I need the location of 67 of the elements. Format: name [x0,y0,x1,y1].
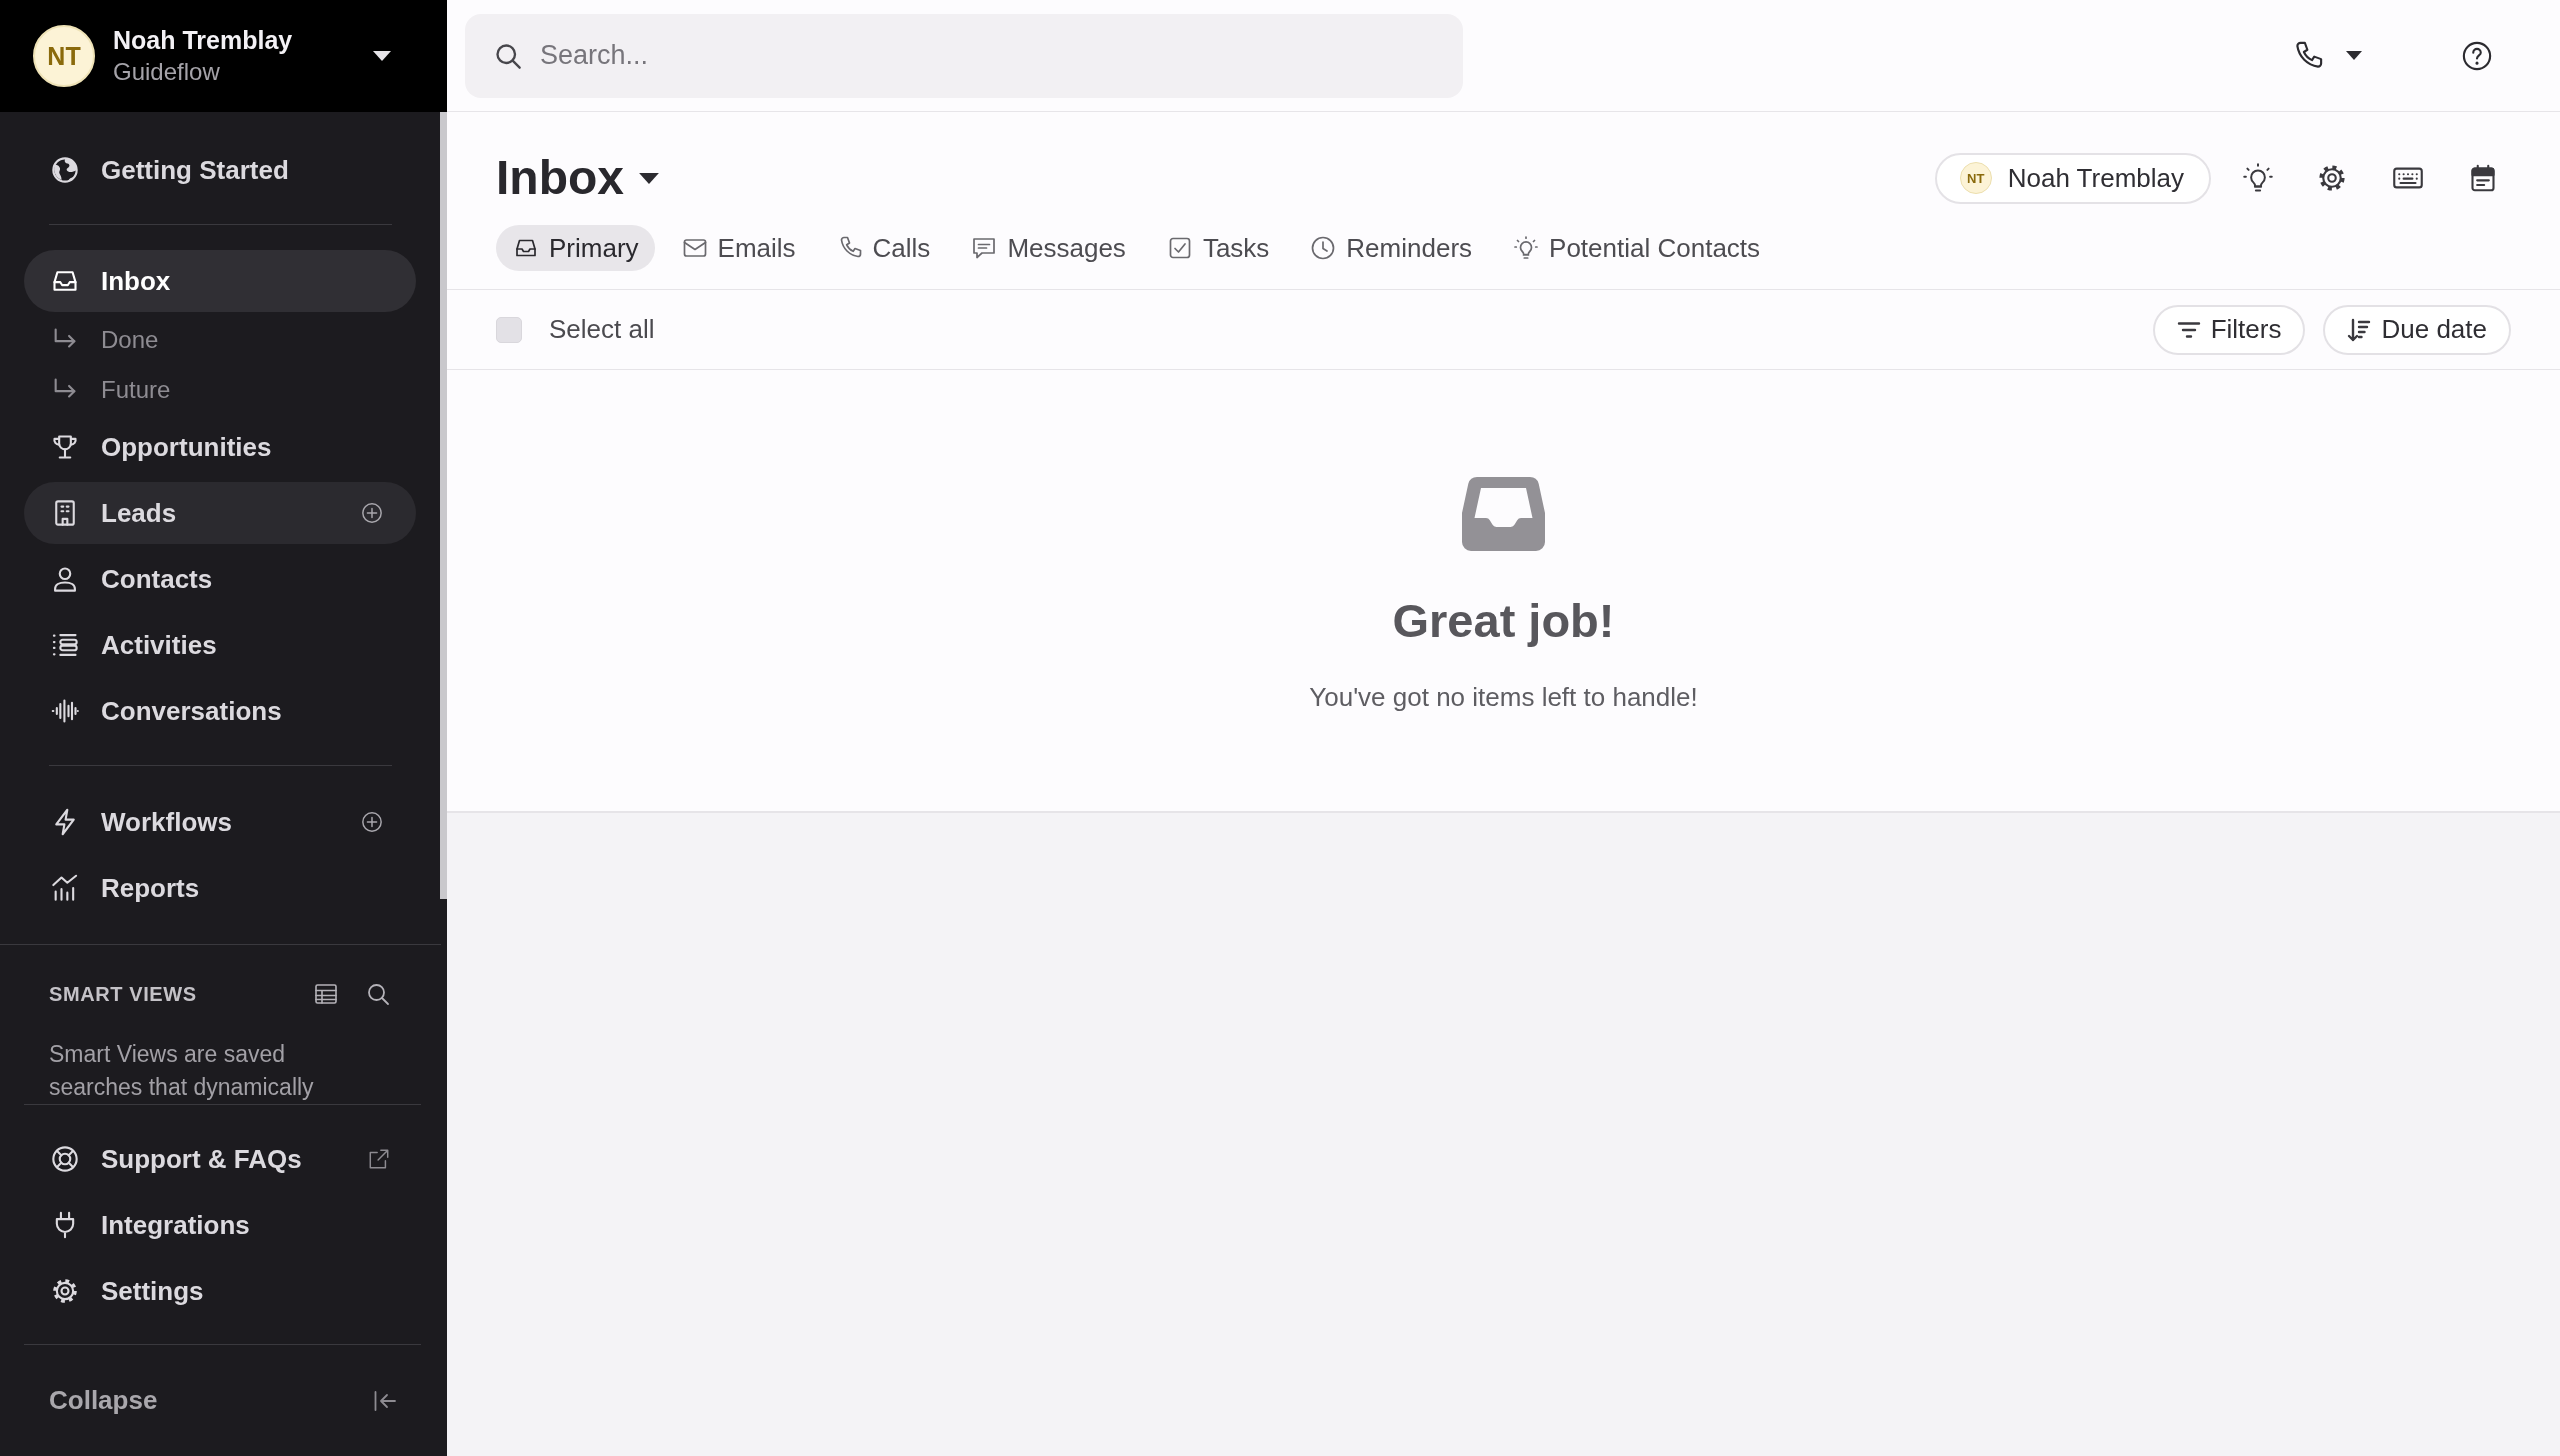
waveform-icon [51,697,79,725]
collapse-button[interactable]: Collapse [49,1385,397,1416]
trophy-icon [51,433,79,461]
phone-icon[interactable] [2293,40,2323,71]
calendar-icon[interactable] [2469,163,2497,193]
checkbox[interactable] [496,316,522,343]
settings-icon[interactable] [2317,163,2347,193]
nav-item[interactable]: Getting Started [24,139,416,201]
description-text: Smart Views are saved searches that dynamically [49,1040,315,1102]
caret-icon[interactable] [2346,51,2362,60]
nav-item[interactable]: Reports [24,857,416,919]
tab[interactable]: Calls [819,225,945,271]
nav-item[interactable]: Workflows [24,791,416,853]
workspace-name: Guideflow [113,57,221,87]
bar-chart-icon [51,874,79,902]
nav-subitem[interactable]: Future [24,366,416,414]
nav-item[interactable]: Inbox [24,250,416,312]
empty-state-title: Great job! [1392,593,1615,649]
check-square-icon [1167,236,1192,260]
lightbulb-icon [1514,236,1539,260]
lightbulb-icon[interactable] [2243,163,2273,193]
scrollbar-thumb[interactable] [440,112,447,899]
tab[interactable]: Messages [954,225,1140,271]
user-chip[interactable]: NT Noah Tremblay [1934,152,2211,204]
nav-item[interactable]: Leads [24,482,416,544]
caret-icon[interactable] [373,51,391,61]
nav-subitem[interactable]: Done [24,316,416,364]
table-icon[interactable] [313,982,339,1006]
list-icon [51,631,79,659]
clock-icon [1311,236,1336,260]
sort-icon [2347,317,2372,342]
user-avatar: NT [1959,162,1992,194]
envelope-icon [682,236,707,260]
message-icon [972,236,997,260]
filter-button[interactable]: Filters [2152,304,2306,355]
nav-item[interactable]: Integrations [24,1194,423,1256]
section-heading: SMART VIEWS [49,982,197,1006]
nav-item[interactable]: Support & FAQs [24,1128,423,1190]
page-title: Inbox [496,150,624,206]
search-field[interactable]: Search... [465,13,1463,98]
plus-circle-icon[interactable] [361,811,383,833]
tab[interactable]: Reminders [1293,225,1487,271]
tab[interactable]: Tasks [1149,225,1284,271]
help-icon[interactable] [2462,40,2492,71]
collapse-icon [373,1388,397,1413]
tray-icon [1461,476,1546,552]
settings-icon [51,1277,79,1305]
empty-state-message: You've got no items left to handle! [1309,681,1698,714]
nav-item[interactable]: Settings [24,1260,423,1322]
account-name: Noah Tremblay [113,25,293,56]
tab[interactable]: Primary [496,225,655,271]
tab[interactable]: Potential Contacts [1496,225,1775,271]
caret-icon[interactable] [639,172,659,184]
nav-item[interactable]: Contacts [24,548,416,610]
lifebuoy-icon [51,1145,79,1173]
plus-circle-icon[interactable] [361,502,383,524]
search-icon [494,41,522,70]
tab[interactable]: Emails [664,225,810,271]
nav-item[interactable]: Activities [24,614,416,676]
sort-button[interactable]: Due date [2323,304,2511,355]
checkbox-label: Select all [549,314,655,345]
globe-icon [51,156,79,184]
user-avatar: NT [33,25,95,87]
person-icon [51,565,79,593]
nav-item[interactable]: Opportunities [24,416,416,478]
search-icon[interactable] [366,982,390,1006]
nav-item[interactable]: Conversations [24,680,416,742]
